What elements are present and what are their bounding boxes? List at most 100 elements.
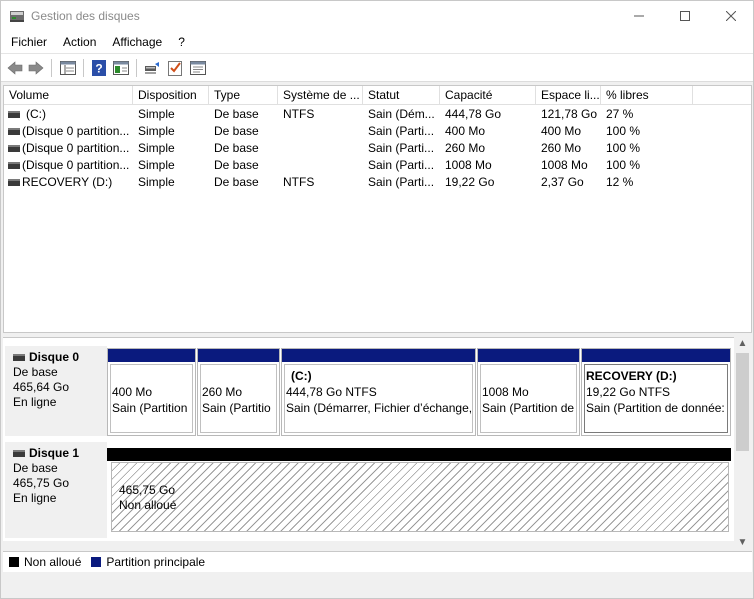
cell-free-space: 2,37 Go bbox=[541, 175, 584, 189]
forward-button[interactable] bbox=[27, 59, 45, 77]
svg-text:?: ? bbox=[95, 62, 102, 76]
cell-type: De base bbox=[214, 175, 259, 189]
cell-filesystem bbox=[283, 140, 361, 157]
cell-type: De base bbox=[214, 141, 259, 155]
partition-bar bbox=[198, 349, 279, 362]
disk-1-type: De base bbox=[13, 461, 58, 475]
minimize-button[interactable] bbox=[616, 1, 662, 31]
help-button[interactable]: ? bbox=[90, 59, 108, 77]
properties-panel-icon bbox=[190, 61, 206, 75]
maximize-button[interactable] bbox=[662, 1, 708, 31]
scroll-thumb[interactable] bbox=[736, 353, 749, 451]
volume-icon bbox=[8, 145, 20, 152]
column-header-filesystem[interactable]: Système de ... bbox=[278, 86, 363, 105]
column-header-free-space[interactable]: Espace li... bbox=[536, 86, 601, 105]
volume-list: Volume Disposition Type Système de ... S… bbox=[3, 85, 752, 333]
cell-disposition: Simple bbox=[138, 141, 175, 155]
cell-disposition: Simple bbox=[138, 158, 175, 172]
properties-panel-button[interactable] bbox=[189, 59, 207, 77]
back-arrow-icon bbox=[7, 61, 23, 75]
cell-filesystem: NTFS bbox=[283, 107, 315, 121]
menu-help[interactable]: ? bbox=[172, 35, 191, 49]
partition-size: 1008 Mo bbox=[482, 385, 529, 399]
disk-0-label[interactable]: Disque 0 De base 465,64 Go En ligne bbox=[5, 346, 107, 436]
unallocated-label: Non alloué bbox=[119, 498, 177, 512]
cell-type: De base bbox=[214, 158, 259, 172]
scroll-down-icon[interactable]: ▼ bbox=[734, 536, 751, 550]
back-button[interactable] bbox=[6, 59, 24, 77]
scroll-up-icon[interactable]: ▲ bbox=[734, 337, 751, 351]
cell-disposition: Simple bbox=[138, 175, 175, 189]
minimize-icon bbox=[634, 15, 644, 17]
partition-disk0-c[interactable]: (C:) 444,78 Go NTFS Sain (Démarrer, Fich… bbox=[281, 348, 476, 436]
console-tree-icon bbox=[113, 61, 129, 75]
partition-disk0-4[interactable]: 1008 Mo Sain (Partition de bbox=[477, 348, 580, 436]
disk-1-status: En ligne bbox=[13, 491, 57, 505]
title-bar: Gestion des disques bbox=[1, 1, 753, 31]
table-row[interactable]: (Disque 0 partition... Simple De base Sa… bbox=[4, 140, 751, 157]
partition-status: Sain (Partition de donnée: bbox=[586, 401, 725, 415]
cell-percent-free: 100 % bbox=[606, 158, 641, 172]
forward-arrow-icon bbox=[28, 61, 44, 75]
partition-bar bbox=[282, 349, 475, 362]
column-header-type[interactable]: Type bbox=[209, 86, 278, 105]
rescan-disks-button[interactable] bbox=[143, 59, 161, 77]
toolbar: ? bbox=[1, 54, 753, 82]
disk-list-button[interactable] bbox=[59, 59, 77, 77]
close-button[interactable] bbox=[708, 1, 753, 31]
table-row[interactable]: RECOVERY (D:) Simple De base NTFS Sain (… bbox=[4, 174, 751, 191]
table-row[interactable]: (Disque 0 partition... Simple De base Sa… bbox=[4, 157, 751, 174]
disk-0-title: Disque 0 bbox=[29, 350, 80, 364]
toolbar-separator bbox=[83, 59, 84, 77]
disk-0-name: Disque 0 bbox=[13, 350, 107, 365]
column-header-disposition[interactable]: Disposition bbox=[133, 86, 209, 105]
cell-disposition: Simple bbox=[138, 107, 175, 121]
cell-free-space: 260 Mo bbox=[541, 141, 582, 155]
disk-list-icon bbox=[60, 61, 76, 75]
partition-disk0-recovery[interactable]: RECOVERY (D:) 19,22 Go NTFS Sain (Partit… bbox=[581, 348, 731, 436]
column-header-percent-free[interactable]: % libres bbox=[601, 86, 693, 105]
list-header: Volume Disposition Type Système de ... S… bbox=[4, 86, 751, 105]
rescan-disks-icon bbox=[145, 62, 159, 74]
cell-capacity: 1008 Mo bbox=[445, 158, 492, 172]
partition-status: Sain (Partition de bbox=[482, 401, 575, 415]
disk-1-name: Disque 1 bbox=[13, 446, 107, 461]
column-header-volume[interactable]: Volume bbox=[4, 86, 133, 105]
cell-free-space: 400 Mo bbox=[541, 124, 582, 138]
column-header-capacity[interactable]: Capacité bbox=[440, 86, 536, 105]
console-tree-button[interactable] bbox=[112, 59, 130, 77]
toolbar-separator bbox=[136, 59, 137, 77]
disk-pane-scrollbar[interactable]: ▲ ▼ bbox=[734, 337, 751, 551]
cell-volume: (Disque 0 partition... bbox=[22, 141, 130, 155]
unallocated-space[interactable]: 465,75 Go Non alloué bbox=[111, 462, 729, 532]
cell-capacity: 19,22 Go bbox=[445, 175, 495, 189]
window-title: Gestion des disques bbox=[31, 9, 140, 23]
menu-action[interactable]: Action bbox=[57, 35, 102, 49]
partition-disk0-2[interactable]: 260 Mo Sain (Partitio bbox=[197, 348, 280, 436]
toolbar-separator bbox=[51, 59, 52, 77]
cell-volume: (Disque 0 partition... bbox=[22, 158, 130, 172]
disk-1-label[interactable]: Disque 1 De base 465,75 Go En ligne bbox=[5, 442, 107, 538]
table-row[interactable]: (C:) Simple De base NTFS Sain (Dém... 44… bbox=[4, 106, 751, 123]
partition-disk0-1[interactable]: 400 Mo Sain (Partition bbox=[107, 348, 196, 436]
menu-fichier[interactable]: Fichier bbox=[5, 35, 53, 49]
cell-type: De base bbox=[214, 124, 259, 138]
disk-1-title: Disque 1 bbox=[29, 446, 80, 460]
menu-affichage[interactable]: Affichage bbox=[106, 35, 168, 49]
disk-0-status: En ligne bbox=[13, 395, 57, 409]
legend-primary-partition: Partition principale bbox=[106, 555, 206, 569]
maximize-icon bbox=[680, 11, 690, 21]
legend-unallocated: Non alloué bbox=[24, 555, 82, 569]
partition-bar bbox=[478, 349, 579, 362]
column-header-status[interactable]: Statut bbox=[363, 86, 440, 105]
cell-capacity: 260 Mo bbox=[445, 141, 486, 155]
close-icon bbox=[726, 11, 736, 21]
checklist-button[interactable] bbox=[166, 59, 184, 77]
legend-swatch-unallocated bbox=[9, 557, 19, 567]
unallocated-size: 465,75 Go bbox=[119, 483, 176, 497]
cell-status: Sain (Parti... bbox=[368, 158, 435, 172]
volume-icon bbox=[8, 111, 20, 118]
cell-filesystem: NTFS bbox=[283, 175, 315, 189]
disk-0-type: De base bbox=[13, 365, 58, 379]
table-row[interactable]: (Disque 0 partition... Simple De base Sa… bbox=[4, 123, 751, 140]
